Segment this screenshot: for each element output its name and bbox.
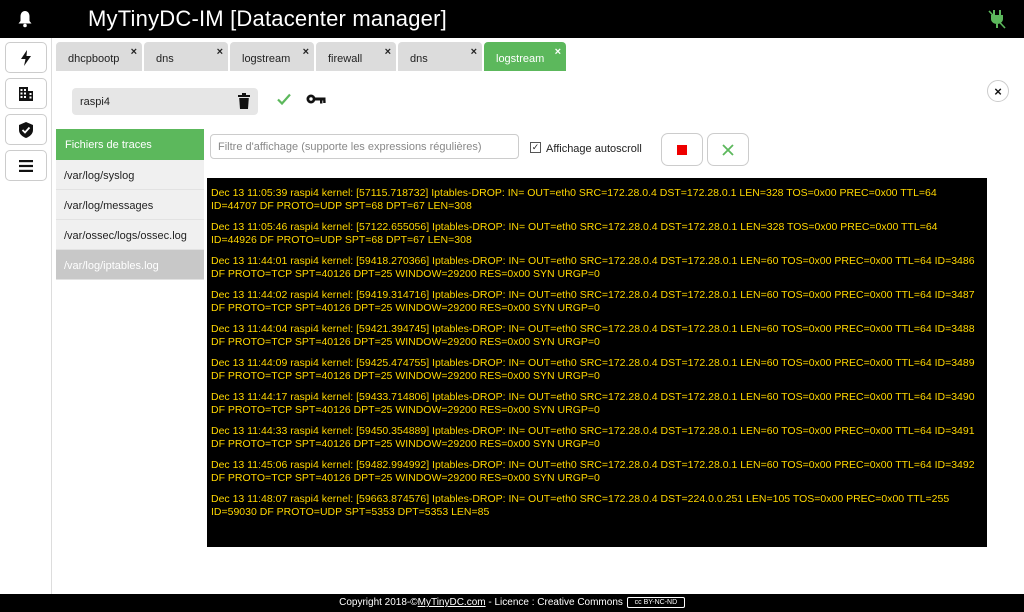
key-icon[interactable] xyxy=(306,92,326,106)
log-line: Dec 13 11:05:46 raspi4 kernel: [57122.65… xyxy=(211,221,938,246)
checkmark-icon: ✓ xyxy=(531,142,540,152)
file-item-label: /var/log/syslog xyxy=(64,170,135,182)
tab-dns-2[interactable]: dns × xyxy=(398,42,482,71)
app-title: MyTinyDC-IM [Datacenter manager] xyxy=(88,6,447,31)
tab-close-icon[interactable]: × xyxy=(303,46,309,58)
host-value: raspi4 xyxy=(80,96,110,108)
clear-button[interactable] xyxy=(707,133,749,166)
nav-button-security[interactable] xyxy=(5,114,47,145)
left-nav xyxy=(0,38,52,594)
lightning-icon xyxy=(21,49,31,66)
bell-icon[interactable] xyxy=(17,10,33,28)
tab-dns[interactable]: dns × xyxy=(144,42,228,71)
file-item-label: /var/log/messages xyxy=(64,200,154,212)
check-icon[interactable] xyxy=(276,91,292,107)
log-line: Dec 13 11:44:17 raspi4 kernel: [59433.71… xyxy=(211,391,975,416)
shield-check-icon xyxy=(19,121,33,138)
tab-close-icon[interactable]: × xyxy=(131,46,137,58)
tab-logstream-active[interactable]: logstream × xyxy=(484,42,566,71)
log-line: Dec 13 11:44:09 raspi4 kernel: [59425.47… xyxy=(211,357,975,382)
tab-label: firewall xyxy=(328,53,363,65)
tab-close-icon[interactable]: × xyxy=(555,46,561,58)
footer: Copyright 2018-©MyTinyDC.com - Licence :… xyxy=(0,594,1024,612)
autoscroll-checkbox[interactable]: ✓ xyxy=(530,142,541,153)
menu-icon xyxy=(19,159,33,172)
log-line: Dec 13 11:44:04 raspi4 kernel: [59421.39… xyxy=(211,323,975,348)
file-item-label: /var/log/iptables.log xyxy=(64,260,159,272)
file-item-ossec[interactable]: /var/ossec/logs/ossec.log xyxy=(56,220,204,250)
log-line: Dec 13 11:44:33 raspi4 kernel: [59450.35… xyxy=(211,425,975,450)
tab-close-icon[interactable]: × xyxy=(217,46,223,58)
building-icon xyxy=(19,87,33,101)
tab-label: dns xyxy=(410,53,428,65)
tab-close-icon[interactable]: × xyxy=(385,46,391,58)
log-line: Dec 13 11:05:39 raspi4 kernel: [57115.71… xyxy=(211,187,937,212)
tab-dhcpbootp[interactable]: dhcpbootp × xyxy=(56,42,142,71)
log-line: Dec 13 11:44:02 raspi4 kernel: [59419.31… xyxy=(211,289,975,314)
file-item-label: /var/ossec/logs/ossec.log xyxy=(64,230,187,242)
close-panel-button[interactable]: × xyxy=(987,80,1009,102)
autoscroll-label: Affichage autoscroll xyxy=(546,143,642,155)
tab-label: logstream xyxy=(496,53,545,65)
nav-button-datacenter[interactable] xyxy=(5,78,47,109)
nav-button-menu[interactable] xyxy=(5,150,47,181)
log-output[interactable]: Dec 13 11:05:39 raspi4 kernel: [57115.71… xyxy=(207,178,987,547)
tab-label: dns xyxy=(156,53,174,65)
tab-logstream[interactable]: logstream × xyxy=(230,42,314,71)
stop-button[interactable] xyxy=(661,133,703,166)
tab-label: logstream xyxy=(242,53,291,65)
close-icon: × xyxy=(994,83,1002,99)
top-bar: MyTinyDC-IM [Datacenter manager] xyxy=(0,0,1024,38)
log-line: Dec 13 11:48:07 raspi4 kernel: [59663.87… xyxy=(211,493,950,518)
trash-icon[interactable] xyxy=(238,93,250,109)
tab-firewall[interactable]: firewall × xyxy=(316,42,396,71)
filter-input[interactable] xyxy=(210,134,519,159)
file-item-messages[interactable]: /var/log/messages xyxy=(56,190,204,220)
log-line: Dec 13 11:44:01 raspi4 kernel: [59418.27… xyxy=(211,255,975,280)
tab-label: dhcpbootp xyxy=(68,53,120,65)
files-header: Fichiers de traces xyxy=(56,129,204,160)
footer-copyright: Copyright 2018-© xyxy=(339,597,418,608)
nav-button-power[interactable] xyxy=(5,42,47,73)
x-icon xyxy=(722,143,734,156)
host-field[interactable]: raspi4 xyxy=(72,88,258,115)
footer-license: - Licence : Creative Commons xyxy=(485,597,623,608)
log-line: Dec 13 11:45:06 raspi4 kernel: [59482.99… xyxy=(211,459,975,484)
cc-license-badge[interactable]: cc BY-NC-ND xyxy=(626,596,685,608)
file-item-syslog[interactable]: /var/log/syslog xyxy=(56,160,204,190)
tab-close-icon[interactable]: × xyxy=(471,46,477,58)
stop-icon xyxy=(677,144,687,155)
files-header-label: Fichiers de traces xyxy=(65,139,152,151)
file-item-iptables[interactable]: /var/log/iptables.log xyxy=(56,250,204,280)
footer-link[interactable]: MyTinyDC.com xyxy=(418,597,486,608)
plug-icon[interactable] xyxy=(988,9,1006,29)
